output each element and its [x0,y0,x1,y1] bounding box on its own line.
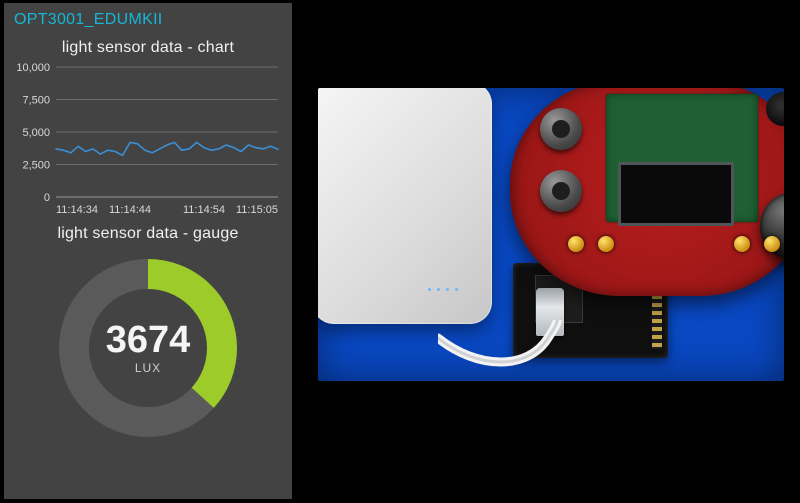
buzzer [766,92,784,126]
pushbutton-2 [540,170,582,212]
chart-series-lux [56,142,278,155]
svg-text:11:15:05: 11:15:05 [236,204,278,216]
light-sensor-chart[interactable]: 02,5005,0007,50010,000 11:14:3411:14:441… [10,61,286,221]
usb-cable [438,320,708,380]
chart-y-grid [56,67,278,197]
gauge-wrap: 3674 LUX [4,253,292,443]
status-led [734,236,750,252]
svg-text:11:14:44: 11:14:44 [109,204,151,216]
svg-text:7,500: 7,500 [22,95,50,107]
app-stage: OPT3001_EDUMKII light sensor data - char… [0,0,800,503]
svg-text:11:14:54: 11:14:54 [183,204,225,216]
power-bank-leds [428,288,478,294]
lcd-screen [618,162,734,226]
svg-text:2,500: 2,500 [22,160,50,172]
panel-title: OPT3001_EDUMKII [4,3,292,35]
status-led [764,236,780,252]
svg-text:5,000: 5,000 [22,127,50,139]
svg-text:0: 0 [44,192,50,204]
hardware-photo [318,88,784,381]
chart-title: light sensor data - chart [4,39,292,57]
gauge-title: light sensor data - gauge [4,225,292,243]
status-led [598,236,614,252]
chart-y-ticks: 0 2,500 5,000 7,500 10,000 [16,62,50,204]
svg-text:11:14:34: 11:14:34 [56,204,98,216]
status-led [568,236,584,252]
chart-wrap: 02,5005,0007,50010,000 11:14:3411:14:441… [4,61,292,221]
edumkii-board [510,88,784,296]
svg-text:10,000: 10,000 [16,62,50,74]
light-sensor-gauge[interactable]: 3674 LUX [53,253,243,443]
chart-x-ticks: 11:14:34 11:14:44 11:14:54 11:15:05 [56,204,278,216]
sensor-panel: OPT3001_EDUMKII light sensor data - char… [4,3,292,499]
pushbutton-1 [540,108,582,150]
